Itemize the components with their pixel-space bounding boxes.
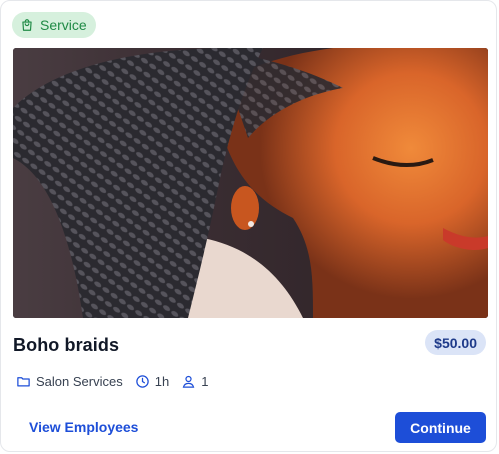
user-icon [181, 374, 196, 389]
capacity-meta: 1 [181, 374, 208, 389]
shopping-bag-icon [20, 18, 34, 32]
duration-meta: 1h [135, 374, 169, 389]
view-employees-button[interactable]: View Employees [29, 419, 138, 435]
service-title: Boho braids [13, 335, 120, 355]
price-badge: $50.00 [425, 330, 486, 355]
service-card: Service Boho braids $50.00 Salon Service… [0, 0, 497, 452]
category-meta: Salon Services [16, 374, 123, 389]
clock-icon [135, 374, 150, 389]
service-badge-label: Service [40, 17, 87, 33]
service-badge: Service [12, 12, 96, 38]
duration-label: 1h [154, 374, 170, 389]
continue-button[interactable]: Continue [395, 412, 486, 443]
capacity-label: 1 [201, 374, 209, 389]
service-photo-image [13, 48, 488, 318]
category-label: Salon Services [36, 374, 123, 389]
service-photo [13, 48, 488, 318]
folder-icon [16, 374, 31, 389]
service-meta: Salon Services 1h 1 [16, 374, 220, 389]
